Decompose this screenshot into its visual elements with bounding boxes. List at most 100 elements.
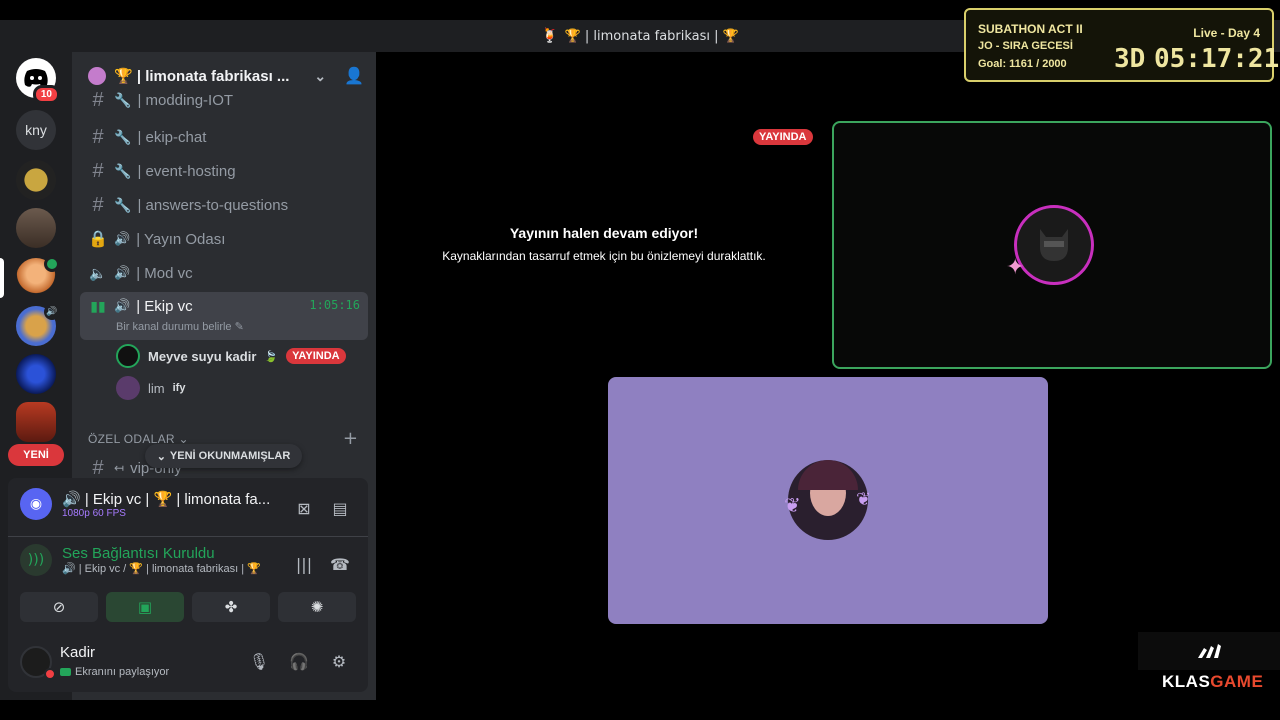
- server-icon-small: 🍹: [541, 28, 559, 44]
- channel-modding-iot[interactable]: # 🔧 | modding-IOT: [80, 88, 368, 112]
- voice-activity-icon: ▮▮: [90, 298, 106, 314]
- disconnect-icon[interactable]: ☎: [328, 552, 352, 576]
- stream-info[interactable]: ◉ 🔊 | Ekip vc | 🏆 | limonata fa... 1080p…: [20, 488, 272, 520]
- subathon-overlay: SUBATHON ACT II JO - SIRA GECESİ Goal: 1…: [964, 8, 1279, 82]
- butterfly-icon: ❦: [856, 489, 872, 510]
- voice-connection-info[interactable]: ))) Ses Bağlantısı Kuruldu 🔊 | Ekip vc /…: [20, 544, 261, 576]
- user-name: Kadir: [60, 644, 96, 661]
- voice-channel-icon: 🔈: [89, 264, 107, 281]
- channel-label: | modding-IOT: [137, 91, 234, 109]
- add-channel-icon[interactable]: +: [343, 428, 358, 449]
- camera-off-button[interactable]: ⊘: [20, 592, 98, 622]
- soundboard-icon: ✺: [310, 598, 324, 616]
- server-boost-icon: [88, 67, 106, 85]
- channel-status-placeholder[interactable]: Bir kanal durumu belirle ✎: [116, 320, 244, 333]
- hash-icon: #: [92, 193, 104, 216]
- voice-user-meyve[interactable]: Meyve suyu kadir 🍃 YAYINDA: [116, 342, 346, 370]
- overlay-title: SUBATHON ACT II: [978, 22, 1083, 36]
- user-panel: Kadir Ekranını paylaşıyor 🎙 🎧 ⚙: [8, 628, 368, 692]
- avatar: [1014, 205, 1094, 285]
- overlay-live: Live - Day 4: [1193, 26, 1260, 40]
- sponsor-banner: [1138, 632, 1280, 670]
- voice-active-icon: [44, 256, 60, 272]
- wrench-icon: 🔧: [114, 196, 132, 213]
- voice-actions: ⊘ ▣ ✤ ✺: [20, 592, 356, 622]
- speaker-icon: 🔊: [114, 231, 131, 246]
- speaker-icon: 🔊: [114, 298, 131, 313]
- dm-unread-badge: 10: [32, 85, 60, 104]
- divider: [8, 536, 368, 537]
- discord-stream-icon: ◉: [20, 488, 52, 520]
- live-badge: YAYINDA: [753, 129, 813, 145]
- chevron-down-icon: ⌄: [314, 67, 327, 84]
- hash-icon: #: [92, 125, 104, 148]
- overlay-days: 3D: [1114, 44, 1146, 74]
- channel-ekip-chat[interactable]: # 🔧 | ekip-chat: [80, 121, 368, 153]
- unread-pill-label: YENİ OKUNMAMIŞLAR: [169, 450, 291, 462]
- bird-icon: ✦: [1006, 255, 1025, 280]
- server-icon-6[interactable]: [16, 402, 56, 442]
- channel-yayin-odasi[interactable]: 🔒 🔊 | Yayın Odası: [80, 223, 368, 255]
- leaf-icon: 🍃: [264, 350, 279, 363]
- speaker-icon: 🔊: [114, 265, 131, 280]
- stream-quality: 1080p 60 FPS: [62, 507, 126, 519]
- voice-user-name: Meyve suyu kadir: [148, 348, 257, 364]
- wrench-icon: 🔧: [114, 128, 132, 145]
- channel-event-hosting[interactable]: # 🔧 | event-hosting: [80, 155, 368, 187]
- wrench-icon: 🔧: [114, 91, 132, 108]
- channel-status-text: Bir kanal durumu belirle: [116, 321, 232, 333]
- server-limonata[interactable]: [16, 256, 60, 298]
- window-title: 🏆 | limonata fabrikası | 🏆: [564, 28, 739, 44]
- chevron-down-icon: ⌄: [156, 450, 166, 463]
- new-messages-pill[interactable]: YENİ: [8, 444, 64, 466]
- participant-tile-speaking[interactable]: ✦: [832, 121, 1272, 369]
- server-icon-2[interactable]: [16, 208, 56, 248]
- screen-share-button[interactable]: ▣: [106, 592, 184, 622]
- arrow-icon: ↤: [114, 461, 125, 475]
- server-icon-1[interactable]: [16, 160, 56, 200]
- speaker-icon: 🔊: [44, 304, 60, 320]
- klasgame-watermark: KLASGAME: [1162, 672, 1263, 692]
- activities-button[interactable]: ✤: [192, 592, 270, 622]
- voice-connected-channel: 🔊 | Ekip vc / 🏆 | limonata fabrikası | 🏆: [62, 563, 261, 575]
- overlay-subtitle: JO - SIRA GECESİ: [978, 40, 1073, 52]
- server-icon-4[interactable]: 🔊: [16, 304, 60, 346]
- channel-label: | event-hosting: [137, 162, 236, 180]
- headphones-icon[interactable]: 🎧: [288, 650, 310, 672]
- stop-stream-icon[interactable]: ⊠: [292, 496, 316, 520]
- voice-user-lim[interactable]: lim ify: [116, 374, 185, 402]
- status-indicator: [44, 668, 56, 680]
- voice-connected-title: Ses Bağlantısı Kuruldu: [62, 545, 215, 562]
- active-server-indicator: [0, 258, 4, 298]
- wrench-icon: 🔧: [114, 162, 132, 179]
- screen-share-icon: ▣: [137, 598, 153, 616]
- activities-icon: ✤: [224, 598, 238, 616]
- hash-icon: #: [92, 456, 104, 479]
- channel-label: | Ekip vc: [136, 298, 193, 315]
- overlay-timer: 05:17:21: [1154, 44, 1280, 74]
- channel-label: | Yayın Odası: [136, 230, 226, 248]
- signal-icon: ))): [20, 544, 52, 576]
- invite-user-icon[interactable]: 👤: [344, 66, 364, 86]
- channel-label: | ekip-chat: [137, 128, 207, 146]
- butterfly-icon: ❦: [784, 493, 801, 517]
- server-kny-label: kny: [16, 110, 56, 150]
- gear-icon[interactable]: ⚙: [328, 650, 350, 672]
- new-unreads-pill[interactable]: ⌄ YENİ OKUNMAMIŞLAR: [145, 444, 302, 468]
- stream-settings-icon[interactable]: ▤: [328, 496, 352, 520]
- noise-suppression-icon[interactable]: |||: [292, 552, 316, 576]
- soundboard-button[interactable]: ✺: [278, 592, 356, 622]
- microphone-icon[interactable]: 🎙: [248, 650, 270, 672]
- channel-answers-to-questions[interactable]: # 🔧 | answers-to-questions: [80, 189, 368, 221]
- user-status-text: Ekranını paylaşıyor: [75, 666, 170, 678]
- voice-connection-panel: ◉ 🔊 | Ekip vc | 🏆 | limonata fa... 1080p…: [8, 478, 368, 628]
- server-icon-5[interactable]: [16, 354, 56, 394]
- server-kny[interactable]: kny: [16, 110, 56, 150]
- voice-timer: 1:05:16: [309, 298, 360, 312]
- user-status: Ekranını paylaşıyor: [60, 666, 169, 678]
- participant-tile[interactable]: ❦ ❦: [608, 377, 1048, 624]
- dm-home-button[interactable]: 10: [16, 58, 60, 104]
- avatar: [116, 376, 140, 400]
- channel-mod-vc[interactable]: 🔈 🔊 | Mod vc: [80, 257, 368, 289]
- stream-paused-title: Yayının halen devam ediyor!: [509, 225, 699, 241]
